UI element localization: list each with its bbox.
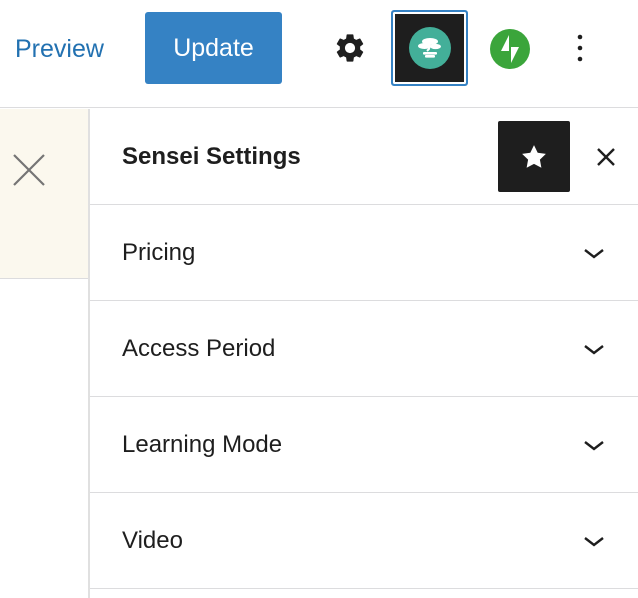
star-icon [522, 144, 546, 168]
pin-sidebar-button[interactable] [498, 121, 570, 192]
sidebar-header: Sensei Settings [90, 109, 638, 205]
panel-label: Pricing [122, 239, 196, 266]
panel-pricing[interactable]: Pricing [90, 205, 638, 301]
preview-link[interactable]: Preview [15, 32, 104, 66]
close-sidebar-button[interactable] [590, 141, 622, 173]
close-icon [13, 154, 45, 186]
sensei-plugin-button[interactable] [391, 10, 468, 86]
dismiss-button[interactable] [8, 149, 50, 191]
jetpack-bolt-icon [490, 29, 530, 69]
settings-button[interactable] [326, 24, 374, 72]
sidebar-title: Sensei Settings [122, 143, 301, 170]
jetpack-button[interactable] [486, 25, 534, 73]
left-notice-panel [0, 109, 88, 279]
panel-video[interactable]: Video [90, 493, 638, 589]
more-vertical-icon [577, 34, 583, 62]
panel-label: Learning Mode [122, 431, 283, 458]
more-options-button[interactable] [560, 24, 600, 72]
close-icon [597, 148, 615, 166]
chevron-down-icon [584, 537, 604, 547]
panel-label: Access Period [122, 335, 276, 362]
panel-label: Video [122, 527, 183, 554]
panel-learning-mode[interactable]: Learning Mode [90, 397, 638, 493]
gear-icon [336, 34, 364, 62]
editor-header: Preview Update [0, 0, 638, 108]
chevron-down-icon [584, 441, 604, 451]
sensei-settings-sidebar: Sensei Settings Pricing Access Period Le… [90, 109, 638, 598]
chevron-down-icon [584, 345, 604, 355]
panel-access-period[interactable]: Access Period [90, 301, 638, 397]
sensei-bonsai-icon [408, 27, 451, 69]
update-button[interactable]: Update [145, 12, 282, 84]
chevron-down-icon [584, 249, 604, 259]
